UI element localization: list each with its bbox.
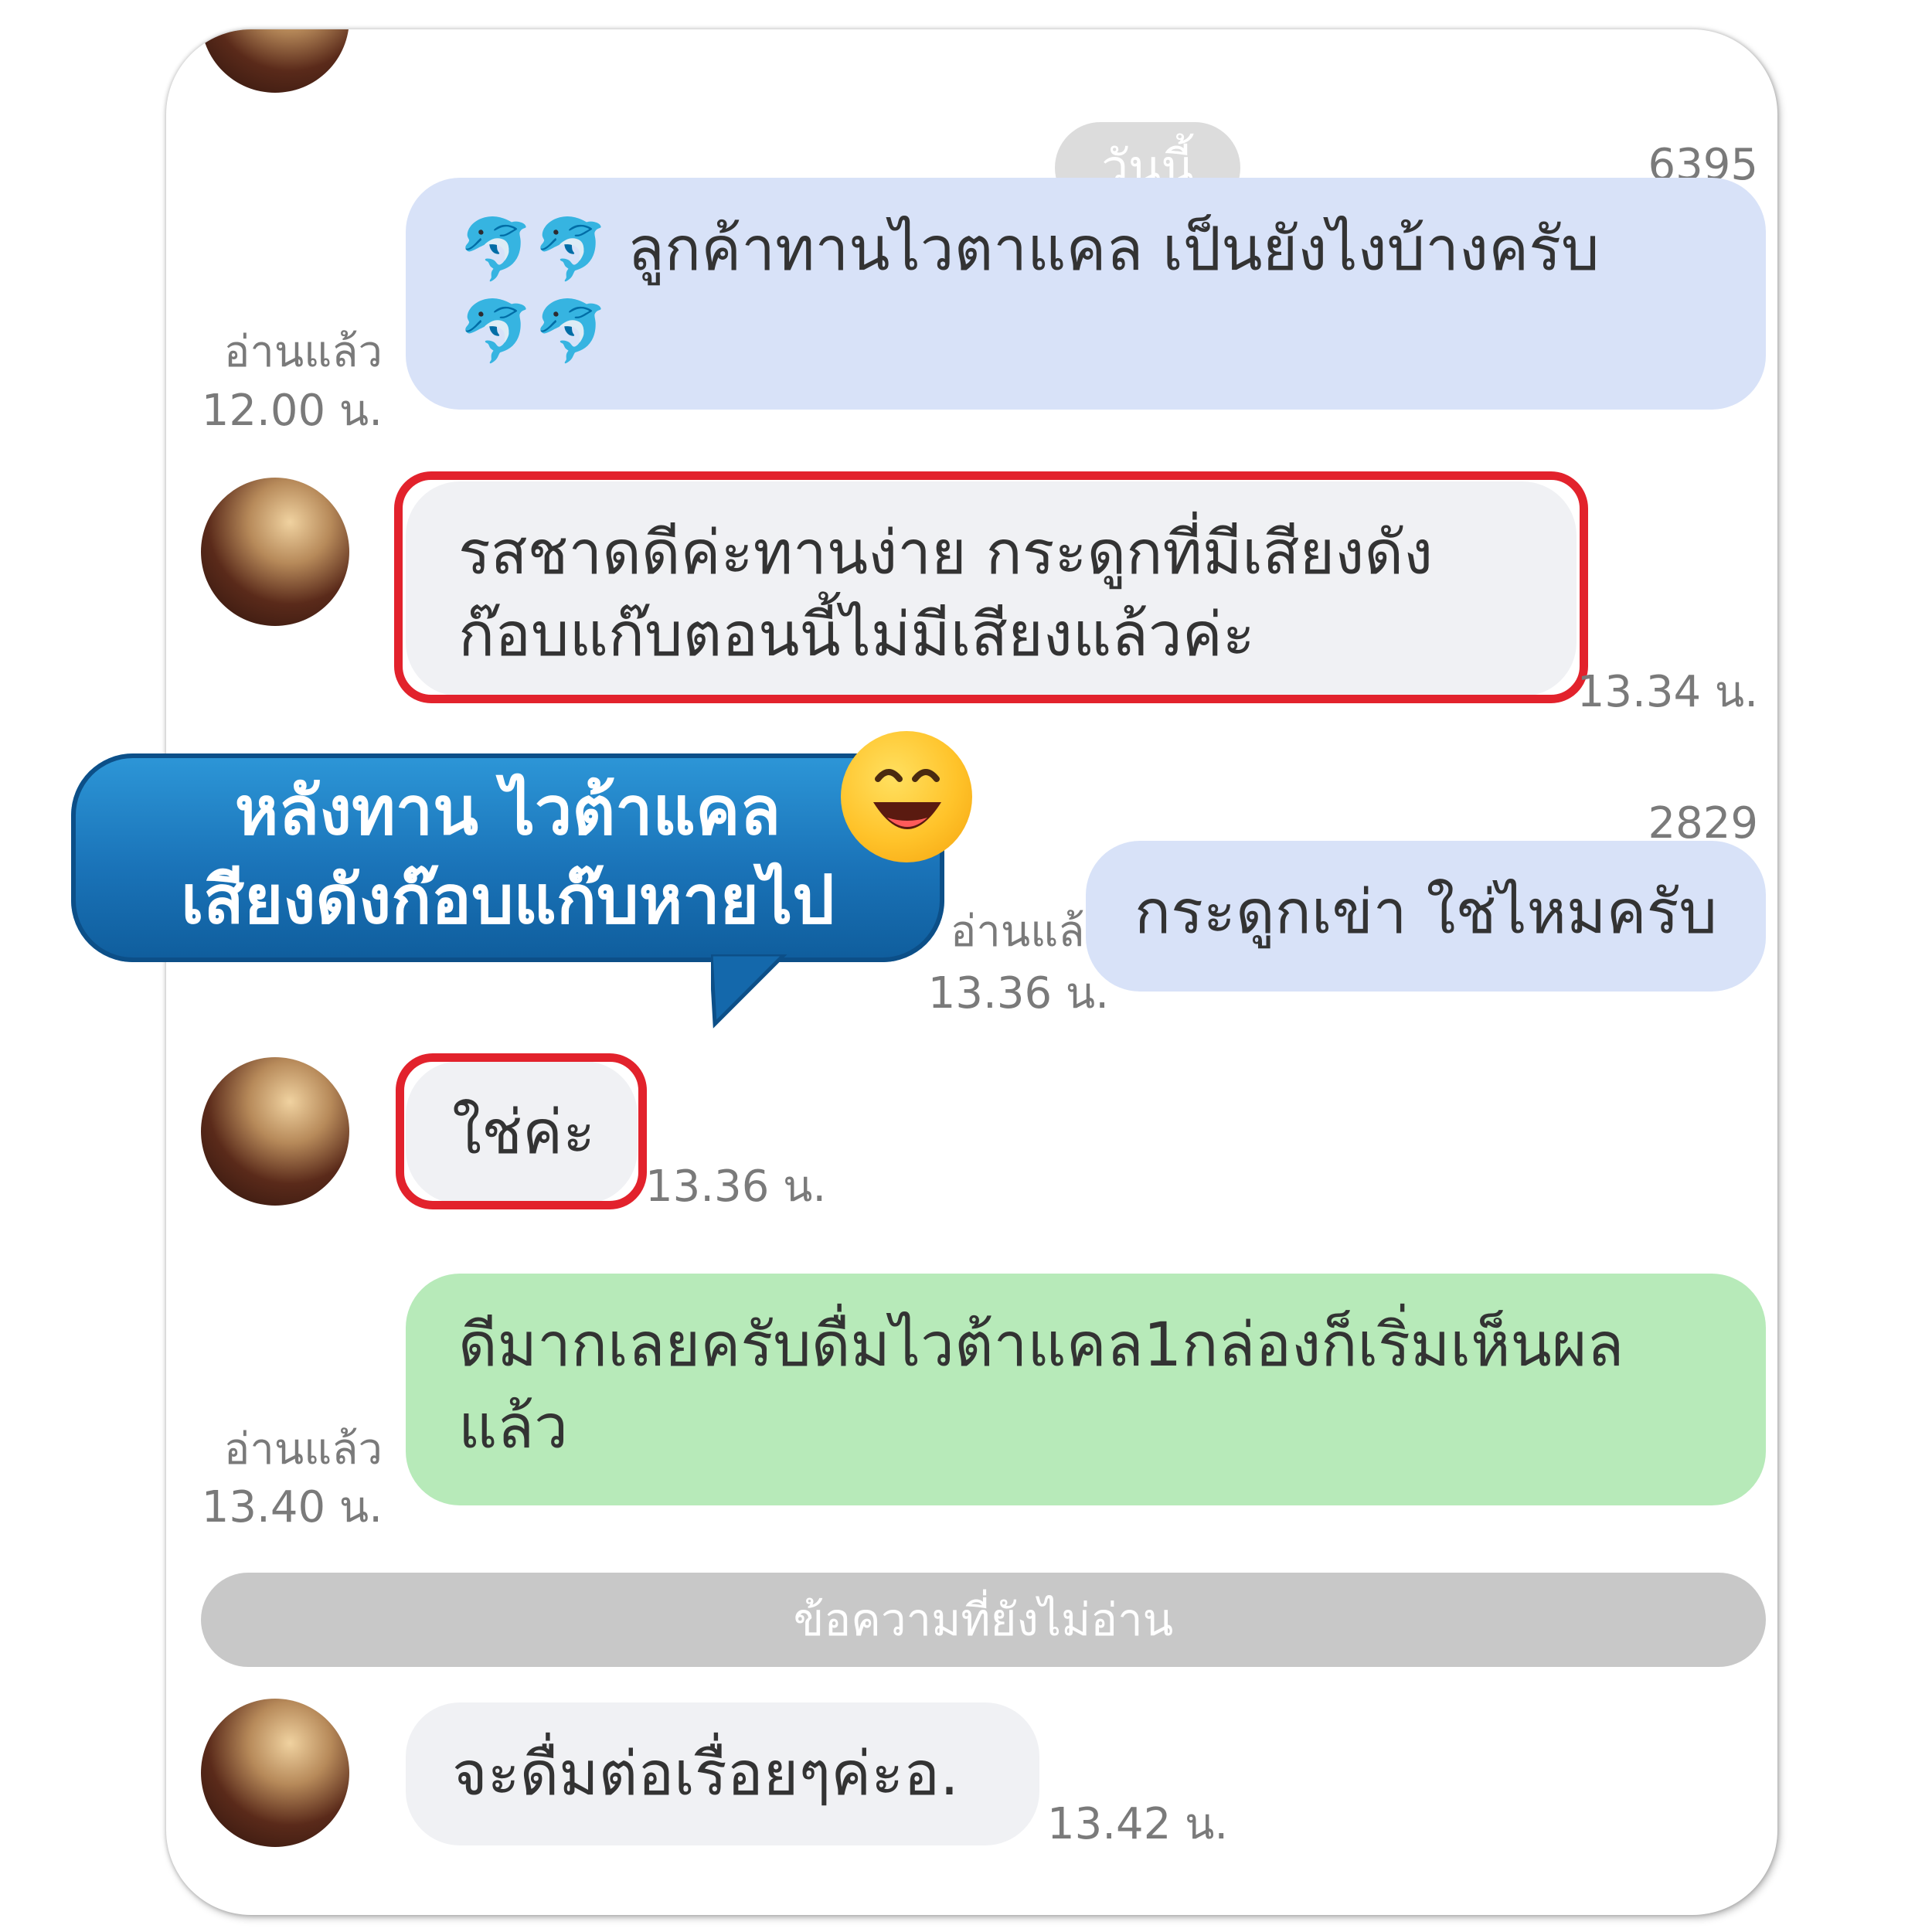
message-text: กระดูกเข่า ใช่ไหมครับ <box>1134 878 1718 947</box>
read-status: อ่านแล้ว <box>223 327 383 377</box>
message-bubble-sent[interactable]: ดีมากเลยครับดื่มไวต้าแคล1กล่องก็เริ่มเห็… <box>406 1274 1766 1505</box>
message-bubble-received[interactable]: จะดื่มต่อเรื่อยๆค่ะอ. <box>406 1702 1039 1845</box>
callout-banner: หลังทาน ไวต้าแคล เสียงดังก๊อบแก๊บหายไป <box>71 753 944 962</box>
avatar[interactable] <box>201 478 349 626</box>
dolphin-icon: 🐬🐬 <box>458 297 609 366</box>
timestamp: 13.36 น. <box>927 968 1109 1019</box>
callout-line: หลังทาน ไวต้าแคล <box>234 773 781 850</box>
avatar[interactable] <box>201 1699 349 1847</box>
timestamp: 13.36 น. <box>645 1162 827 1212</box>
timestamp: 12.00 น. <box>201 386 383 436</box>
highlight-outline <box>396 1053 647 1209</box>
callout-line: เสียงดังก๊อบแก๊บหายไป <box>181 862 835 939</box>
highlight-outline <box>394 471 1588 703</box>
callout-tail <box>711 954 787 1029</box>
avatar[interactable] <box>201 29 349 93</box>
message-text-line: ดีมากเลยครับดื่มไวต้าแคล1กล่องก็เริ่มเห็… <box>458 1311 1624 1380</box>
grinning-wink-emoji-icon <box>841 731 972 862</box>
message-text: จะดื่มต่อเรื่อยๆค่ะอ. <box>452 1740 959 1809</box>
message-bubble-sent[interactable]: กระดูกเข่า ใช่ไหมครับ <box>1086 841 1766 992</box>
timestamp: 13.40 น. <box>201 1482 383 1532</box>
emoji-face <box>873 769 941 829</box>
dolphin-icon: 🐬🐬 <box>458 215 609 284</box>
message-text-line: แล้ว <box>458 1393 568 1462</box>
message-bubble-sent[interactable]: 🐬🐬 ลูกค้าทานไวตาแคล เป็นยังไงบ้างครับ 🐬🐬 <box>406 178 1766 410</box>
chat-panel: วันนี้ 6395 อ่านแล้ว 12.00 น. 🐬🐬 ลูกค้าท… <box>166 29 1777 1915</box>
timestamp: 13.34 น. <box>1577 667 1758 717</box>
avatar[interactable] <box>201 1057 349 1206</box>
message-text: ลูกค้าทานไวตาแคล เป็นยังไงบ้างครับ <box>628 215 1600 284</box>
timestamp: 13.42 น. <box>1047 1799 1229 1849</box>
read-status: อ่านแล้ว <box>223 1424 383 1475</box>
unread-divider: ข้อความที่ยังไม่อ่าน <box>201 1573 1766 1667</box>
